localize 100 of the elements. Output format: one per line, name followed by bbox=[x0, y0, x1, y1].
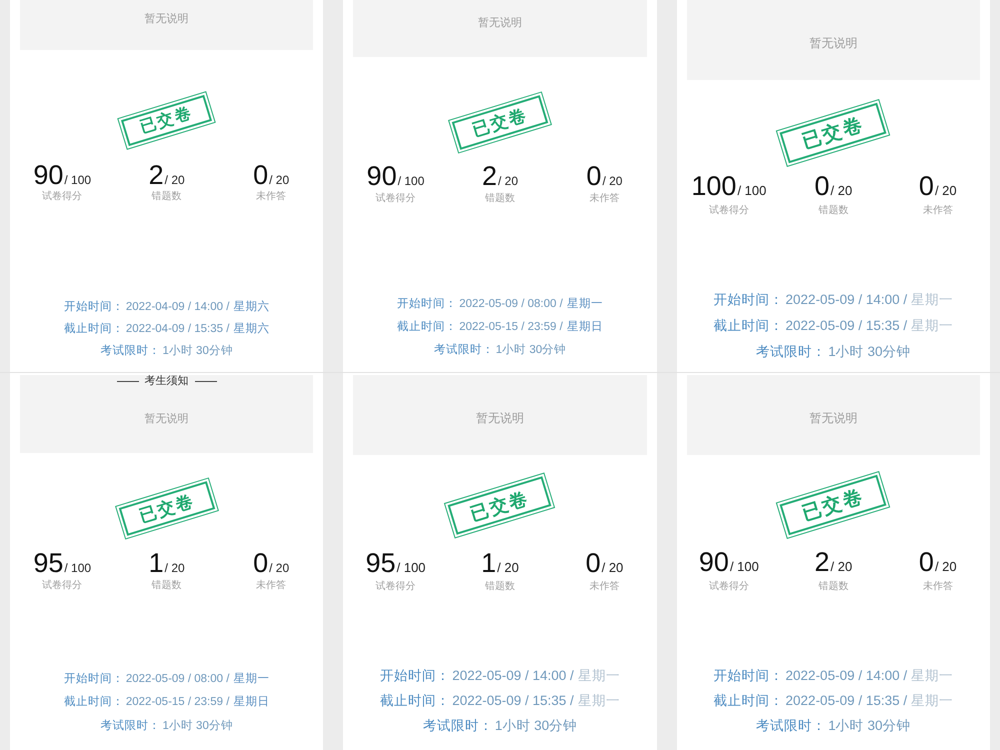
stat-total: / 20 bbox=[602, 174, 622, 188]
stat-total: / 20 bbox=[602, 560, 624, 575]
stat-label: 错题数 bbox=[484, 580, 515, 594]
stat-total: / 100 bbox=[396, 560, 426, 575]
time-value: 2022-05-15 / 23:59 / bbox=[126, 696, 230, 708]
submitted-stamp: 已交卷 bbox=[117, 90, 216, 150]
weekday-text: 星期日 bbox=[566, 321, 603, 333]
stat-label: 试卷得分 bbox=[376, 580, 416, 594]
time-value: 2022-05-09 / 08:00 / bbox=[126, 672, 230, 684]
time-value: 2022-05-09 / 15:35 / bbox=[786, 318, 908, 333]
time-value: 1小时 30分钟 bbox=[494, 718, 578, 733]
stat-value: 1 bbox=[148, 548, 164, 578]
stat-label: 错题数 bbox=[484, 192, 515, 206]
time-label: 截止时间： bbox=[380, 693, 450, 708]
weekday-text: 星期一 bbox=[911, 693, 954, 708]
stat-value: 2 bbox=[482, 161, 497, 191]
stat-label: 试卷得分 bbox=[376, 192, 416, 206]
stat-value: 0 bbox=[918, 547, 934, 577]
time-label: 截止时间： bbox=[64, 696, 124, 708]
stat-total: / 100 bbox=[737, 183, 766, 198]
stat-value: 90 bbox=[366, 161, 397, 191]
stat-value: 100 bbox=[691, 171, 736, 201]
time-label: 开始时间： bbox=[397, 298, 458, 310]
time-label: 截止时间： bbox=[64, 323, 124, 335]
notice-text: 暂无说明 bbox=[478, 16, 522, 30]
weekday-text: 星期一 bbox=[911, 668, 954, 683]
stat-label: 错题数 bbox=[152, 190, 182, 204]
stat-value: 0 bbox=[814, 171, 830, 201]
submitted-stamp: 已交卷 bbox=[448, 90, 552, 154]
stat-value: 2 bbox=[814, 547, 830, 577]
stat-label: 未作答 bbox=[256, 190, 286, 204]
stat-value: 0 bbox=[918, 171, 934, 201]
time-label: 考试限时： bbox=[100, 345, 160, 357]
weekday-text: 星期一 bbox=[911, 318, 954, 333]
time-value: 2022-05-09 / 14:00 / bbox=[452, 668, 574, 683]
weekday-text: 星期六 bbox=[233, 323, 270, 335]
stat-label: 试卷得分 bbox=[42, 579, 82, 593]
time-label: 考试限时： bbox=[434, 344, 494, 356]
submitted-stamp: 已交卷 bbox=[776, 99, 891, 167]
notice-text: 暂无说明 bbox=[144, 412, 189, 426]
weekday-text: 星期日 bbox=[233, 696, 270, 708]
time-value: 1小时 30分钟 bbox=[162, 720, 233, 732]
time-label: 考试限时： bbox=[756, 344, 826, 359]
stat-total: / 20 bbox=[269, 173, 290, 187]
time-value: 2022-05-09 / 14:00 / bbox=[786, 292, 908, 307]
time-value: 2022-05-09 / 14:00 / bbox=[786, 668, 908, 683]
weekday-text: 星期一 bbox=[578, 668, 620, 683]
stat-value: 0 bbox=[586, 161, 602, 191]
stat-total: / 100 bbox=[730, 559, 759, 574]
stat-label: 错题数 bbox=[818, 204, 848, 218]
stat-label: 试卷得分 bbox=[42, 190, 82, 204]
stat-label: 未作答 bbox=[256, 579, 286, 593]
stat-label: 未作答 bbox=[922, 204, 953, 218]
stat-total: / 100 bbox=[64, 173, 92, 187]
stat-label: 未作答 bbox=[589, 580, 620, 594]
time-value: 2022-05-09 / 15:35 / bbox=[452, 693, 574, 708]
time-value: 2022-04-09 / 15:35 / bbox=[126, 323, 230, 335]
time-value: 1小时 30分钟 bbox=[496, 344, 566, 356]
stat-label: 未作答 bbox=[922, 580, 953, 594]
weekday-text: 星期六 bbox=[233, 301, 270, 313]
stat-label: 试卷得分 bbox=[708, 204, 749, 218]
submitted-stamp: 已交卷 bbox=[444, 472, 556, 538]
notice-text: 暂无说明 bbox=[809, 411, 858, 425]
time-label: 开始时间： bbox=[714, 668, 784, 683]
time-label: 开始时间： bbox=[64, 301, 124, 313]
stat-value: 95 bbox=[33, 548, 64, 578]
stat-label: 未作答 bbox=[589, 192, 620, 206]
time-label: 开始时间： bbox=[714, 292, 784, 307]
time-label: 截止时间： bbox=[714, 318, 784, 333]
stat-total: / 20 bbox=[497, 560, 519, 575]
notice-text: 暂无说明 bbox=[809, 36, 858, 50]
time-value: 1小时 30分钟 bbox=[162, 345, 233, 357]
stat-total: / 20 bbox=[164, 173, 185, 187]
time-value: 2022-05-09 / 15:35 / bbox=[786, 693, 908, 708]
stat-value: 95 bbox=[366, 548, 396, 578]
stat-label: 试卷得分 bbox=[708, 580, 749, 594]
time-value: 2022-04-09 / 14:00 / bbox=[126, 301, 230, 313]
stat-total: / 100 bbox=[64, 561, 92, 575]
stat-value: 0 bbox=[253, 160, 268, 190]
weekday-text: 星期一 bbox=[233, 672, 270, 684]
stat-total: / 20 bbox=[934, 559, 957, 574]
time-value: 2022-05-09 / 08:00 / bbox=[459, 298, 563, 310]
weekday-text: 星期一 bbox=[578, 693, 620, 708]
weekday-text: 星期一 bbox=[566, 298, 603, 310]
time-label: 开始时间： bbox=[64, 672, 124, 684]
stat-total: / 20 bbox=[269, 561, 290, 575]
time-label: 考试限时： bbox=[100, 720, 160, 732]
weekday-text: 星期一 bbox=[911, 292, 954, 307]
stat-value: 2 bbox=[148, 160, 164, 190]
time-value: 1小时 30分钟 bbox=[828, 344, 910, 359]
stat-total: / 20 bbox=[830, 559, 852, 574]
time-value: 1小时 30分钟 bbox=[828, 718, 910, 733]
stat-value: 1 bbox=[481, 548, 496, 578]
time-label: 考试限时： bbox=[422, 718, 493, 733]
time-label: 考试限时： bbox=[756, 718, 826, 733]
time-label: 截止时间： bbox=[714, 693, 784, 708]
notice-text: 暂无说明 bbox=[144, 12, 189, 26]
stat-label: 错题数 bbox=[818, 580, 848, 594]
stat-total: / 20 bbox=[498, 174, 518, 188]
stat-total: / 20 bbox=[164, 561, 185, 575]
